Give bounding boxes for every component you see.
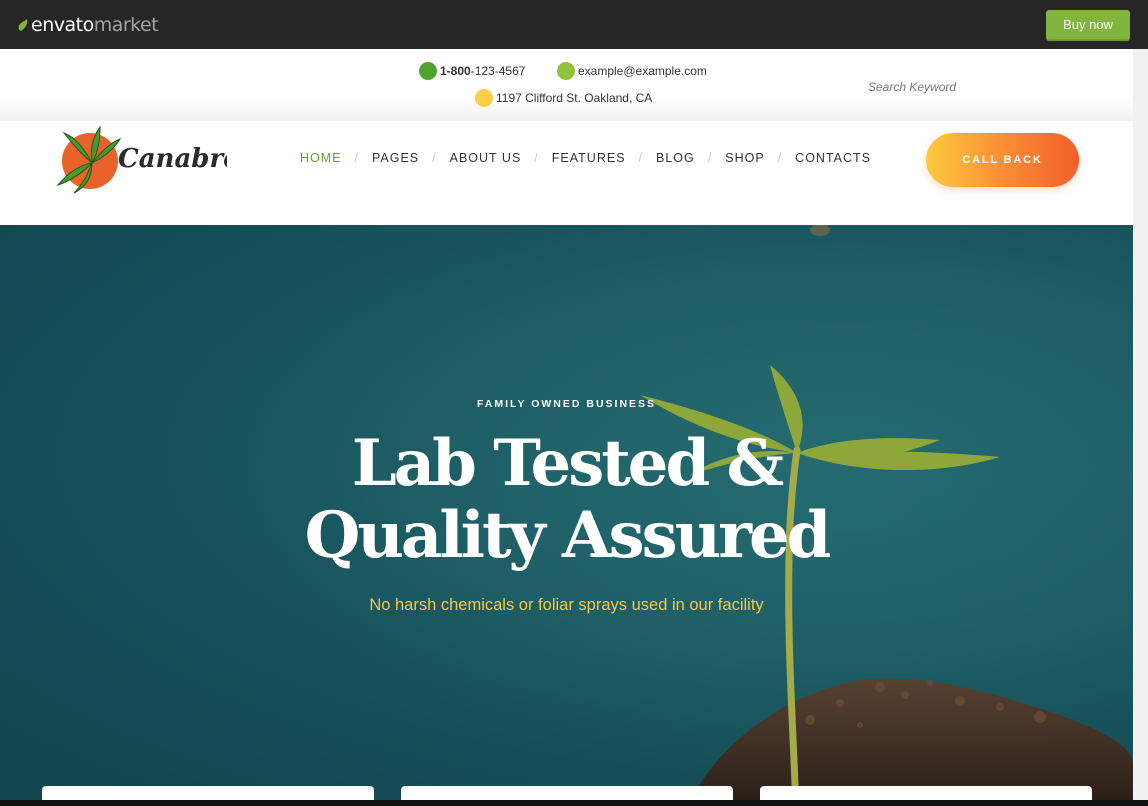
nav-separator: /: [707, 151, 713, 165]
hero-title: Lab Tested & Quality Assured: [0, 428, 1133, 572]
phone-contact[interactable]: 1-800 -123-4567: [419, 62, 525, 80]
envato-market-text: market: [93, 14, 159, 36]
phone-icon: [419, 62, 437, 80]
nav-home[interactable]: HOME: [300, 151, 342, 165]
nav-about-us[interactable]: ABOUT US: [450, 151, 522, 165]
street-address: 1197 Clifford St. Oakland, CA: [496, 91, 653, 105]
site-header: Canabro HOME / PAGES / ABOUT US / FEATUR…: [0, 121, 1133, 225]
hero-subtitle: No harsh chemicals or foliar sprays used…: [369, 596, 764, 614]
search-input[interactable]: [868, 77, 1098, 97]
feature-cards-peek: [0, 786, 1133, 800]
nav-separator: /: [534, 151, 539, 165]
envato-brand-text: envato: [31, 14, 94, 36]
main-nav: HOME / PAGES / ABOUT US / FEATURES / BLO…: [300, 151, 871, 165]
phone-number: -123-4567: [470, 64, 526, 78]
scrollbar[interactable]: [1133, 49, 1148, 806]
nav-separator: /: [777, 151, 783, 165]
contact-bar: 1-800 -123-4567 example@example.com 1197 …: [0, 49, 1133, 121]
nav-separator: /: [432, 151, 437, 165]
nav-contacts[interactable]: CONTACTS: [795, 151, 871, 165]
nav-separator: /: [638, 151, 644, 165]
buy-now-button[interactable]: Buy now: [1046, 10, 1130, 39]
email-icon: [557, 62, 575, 80]
feature-card[interactable]: [401, 786, 733, 800]
email-contact[interactable]: example@example.com: [557, 62, 707, 80]
address-contact: 1197 Clifford St. Oakland, CA: [475, 89, 652, 107]
hero-title-line-2: Quality Assured: [304, 498, 832, 573]
envato-leaf-icon: [18, 18, 28, 31]
nav-blog[interactable]: BLOG: [656, 151, 695, 165]
location-icon: [475, 89, 493, 107]
nav-shop[interactable]: SHOP: [725, 151, 764, 165]
logo-wordmark: Canabro: [118, 144, 227, 174]
feature-card[interactable]: [42, 786, 374, 800]
hero-eyebrow: FAMILY OWNED BUSINESS: [476, 398, 657, 410]
canabro-logo[interactable]: Canabro: [52, 125, 227, 195]
envato-market-bar: envatomarket Buy now: [0, 0, 1148, 49]
phone-prefix: 1-800: [440, 64, 471, 78]
bottom-edge: [0, 800, 1148, 806]
nav-separator: /: [354, 151, 359, 165]
email-address: example@example.com: [578, 64, 707, 78]
hero-title-line-1: Lab Tested &: [351, 426, 785, 501]
envato-market-logo[interactable]: envatomarket: [18, 13, 159, 37]
nav-pages[interactable]: PAGES: [372, 151, 419, 165]
hero-section: FAMILY OWNED BUSINESS Lab Tested & Quali…: [0, 225, 1133, 800]
feature-card[interactable]: [760, 786, 1092, 800]
nav-features[interactable]: FEATURES: [552, 151, 626, 165]
call-back-button[interactable]: CALL BACK: [926, 133, 1079, 187]
